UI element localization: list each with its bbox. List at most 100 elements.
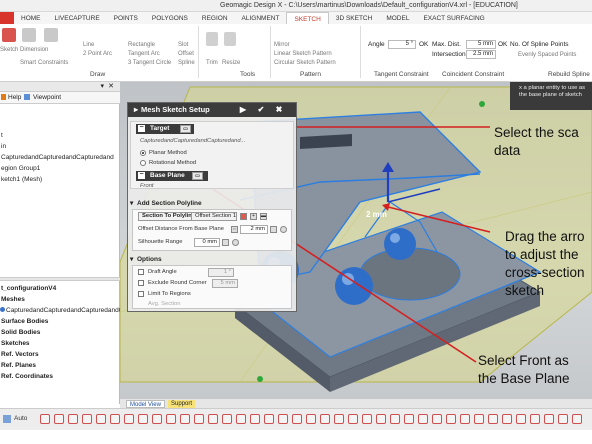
silhouette-option-icon[interactable] (222, 239, 229, 246)
tab-viewpoint[interactable]: Viewpoint (33, 94, 61, 101)
tab-help[interactable]: Help (8, 94, 21, 101)
panel-close-icon[interactable]: ✕ (108, 82, 114, 90)
select-mode-icon[interactable] (376, 414, 386, 424)
select-mode-icon[interactable] (292, 414, 302, 424)
select-mode-icon[interactable] (530, 414, 540, 424)
offset-section-select[interactable]: Offset Section 1 (191, 212, 237, 221)
select-mode-icon[interactable] (362, 414, 372, 424)
select-mode-icon[interactable] (264, 414, 274, 424)
select-mode-icon[interactable] (110, 414, 120, 424)
tree-item[interactable]: CapturedandCapturedandCapturedand (1, 154, 114, 161)
tree-item-mesh[interactable]: CapturedandCapturedandCapturedandCa (0, 307, 127, 314)
select-mode-icon[interactable] (572, 414, 582, 424)
slot-tool[interactable]: Slot (178, 42, 188, 48)
dialog-pin-icon[interactable]: ▶ (238, 105, 248, 115)
offset-options-icon[interactable] (270, 226, 277, 233)
select-mode-icon[interactable] (40, 414, 50, 424)
limit-regions-checkbox[interactable] (138, 291, 144, 297)
dialog-cancel-icon[interactable]: ✖ (274, 105, 284, 115)
select-mode-icon[interactable] (488, 414, 498, 424)
tree-item-solid-bodies[interactable]: Solid Bodies (1, 329, 40, 336)
flip-direction-icon[interactable]: ⇔ (231, 226, 238, 233)
select-mode-icon[interactable] (180, 414, 190, 424)
constraints-label[interactable]: Constraints (38, 60, 68, 66)
select-mode-icon[interactable] (432, 414, 442, 424)
tree-item[interactable]: in (1, 143, 6, 150)
tree-item[interactable]: ketch1 (Mesh) (1, 176, 42, 183)
planar-method-radio[interactable] (140, 150, 146, 156)
select-mode-icon[interactable] (446, 414, 456, 424)
options-header[interactable]: ▾ Options (130, 255, 294, 264)
select-mode-icon[interactable] (306, 414, 316, 424)
silhouette-range-field[interactable]: 0 mm (194, 238, 220, 247)
select-mode-icon[interactable] (166, 414, 176, 424)
select-mode-icon[interactable] (348, 414, 358, 424)
draft-angle-field[interactable]: 1 ° (208, 268, 234, 277)
tab-region[interactable]: REGION (195, 12, 235, 24)
select-mode-icon[interactable] (124, 414, 134, 424)
two-point-arc-tool[interactable]: 2 Point Arc (83, 51, 112, 57)
select-mode-icon[interactable] (138, 414, 148, 424)
target-box[interactable]: − Target ▭ (136, 124, 194, 134)
offset-reset-icon[interactable] (280, 226, 287, 233)
tab-model[interactable]: MODEL (379, 12, 416, 24)
select-mode-icon[interactable] (236, 414, 246, 424)
linear-pattern-tool[interactable]: Linear Sketch Pattern (274, 51, 332, 57)
tree-item-surface-bodies[interactable]: Surface Bodies (1, 318, 48, 325)
dialog-ok-icon[interactable]: ✔ (256, 105, 266, 115)
select-mode-icon[interactable] (502, 414, 512, 424)
smart-dimension-icon[interactable] (22, 28, 36, 42)
base-plane-select-icon[interactable]: ▭ (192, 172, 203, 180)
silhouette-reset-icon[interactable] (232, 239, 239, 246)
app-menu-button[interactable] (0, 12, 14, 24)
tree-item-meshes[interactable]: Meshes (1, 296, 25, 303)
select-mode-icon[interactable] (544, 414, 554, 424)
spline-tool[interactable]: Spline (178, 60, 195, 66)
resize-icon[interactable] (224, 32, 236, 46)
select-mode-icon[interactable] (54, 414, 64, 424)
select-mode-icon[interactable] (250, 414, 260, 424)
tree-item-ref-coordinates[interactable]: Ref. Coordinates (1, 373, 53, 380)
tab-3d-sketch[interactable]: 3D SKETCH (329, 12, 379, 24)
tab-sketch[interactable]: SKETCH (286, 12, 329, 24)
select-mode-icon[interactable] (96, 414, 106, 424)
tree-item[interactable]: t (1, 132, 3, 139)
collapse-icon[interactable]: − (138, 171, 145, 179)
select-mode-icon[interactable] (516, 414, 526, 424)
rectangle-tool[interactable]: Rectangle (128, 42, 155, 48)
select-mode-icon[interactable] (68, 414, 78, 424)
select-mode-icon[interactable] (418, 414, 428, 424)
select-mode-icon[interactable] (460, 414, 470, 424)
select-mode-icon[interactable] (208, 414, 218, 424)
tree-item-root[interactable]: t_configurationV4 (1, 285, 56, 292)
tab-support[interactable]: Support (168, 400, 196, 408)
tree-item[interactable]: egion Group1 (1, 165, 40, 172)
mirror-tool[interactable]: Mirror (274, 42, 290, 48)
panel-pin-icon[interactable]: ▾ (100, 82, 104, 90)
offset-distance-field[interactable]: 2 mm (240, 225, 268, 234)
offset-tool[interactable]: Offset (178, 51, 194, 57)
delete-section-icon[interactable]: ▬ (260, 213, 267, 220)
intersection-field[interactable]: 2.5 mm (466, 50, 496, 59)
rotational-method-radio[interactable] (140, 160, 146, 166)
select-mode-icon[interactable] (222, 414, 232, 424)
select-mode-icon[interactable] (558, 414, 568, 424)
select-mode-icon[interactable] (474, 414, 484, 424)
remove-section-icon[interactable] (240, 213, 247, 220)
tree-item-ref-vectors[interactable]: Ref. Vectors (1, 351, 39, 358)
max-dist-field[interactable]: 5 mm (466, 40, 496, 49)
tree-item-sketches[interactable]: Sketches (1, 340, 30, 347)
add-section-header[interactable]: ▾ Add Section Polyline (130, 199, 294, 208)
line-tool[interactable]: Line (83, 42, 94, 48)
base-plane-box[interactable]: − Base Plane ▭ (136, 171, 208, 181)
draft-angle-checkbox[interactable] (138, 269, 144, 275)
panel-splitter[interactable] (0, 277, 120, 281)
dialog-menu-icon[interactable]: ▸ (131, 105, 141, 115)
select-mode-icon[interactable] (82, 414, 92, 424)
tab-polygons[interactable]: POLYGONS (145, 12, 195, 24)
tab-livecapture[interactable]: LIVECAPTURE (48, 12, 107, 24)
select-mode-icon[interactable] (320, 414, 330, 424)
constraints-icon[interactable] (44, 28, 58, 42)
smart-label[interactable]: Smart (20, 60, 36, 66)
tab-alignment[interactable]: ALIGNMENT (235, 12, 287, 24)
